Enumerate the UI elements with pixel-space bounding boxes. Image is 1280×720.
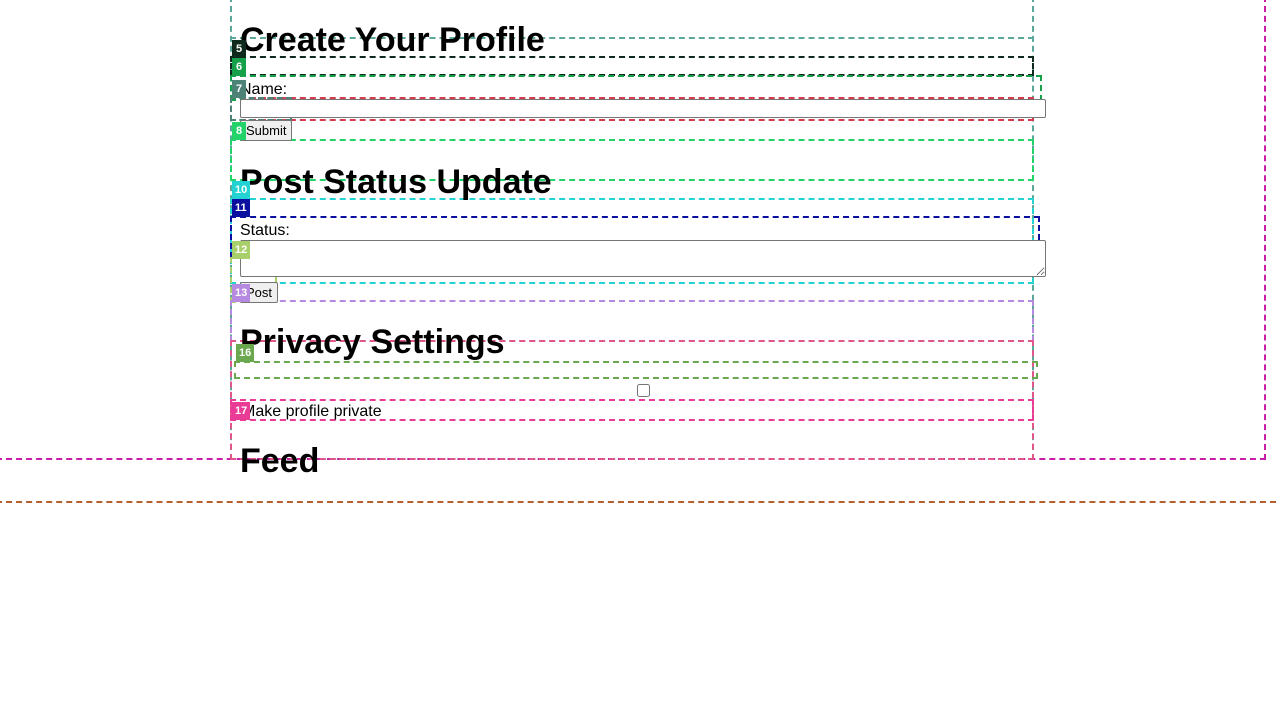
- overlay-tag-11: 11: [232, 199, 250, 217]
- screenshot-stage: Create Your Profile Name: Submit Post St…: [0, 0, 1280, 720]
- overlay-tag-17: 17: [232, 402, 251, 420]
- privacy-heading: Privacy Settings: [240, 323, 505, 361]
- overlay-box-outer-magenta: [0, 0, 1266, 460]
- private-checkbox[interactable]: [637, 384, 650, 397]
- overlay-box-16: [234, 361, 1038, 379]
- name-label: Name:: [240, 81, 288, 98]
- name-input[interactable]: [240, 99, 1046, 118]
- overlay-tag-8: 8: [232, 122, 246, 140]
- overlay-box-container: [230, 0, 1034, 460]
- overlay-tag-12: 12: [232, 241, 251, 259]
- status-textarea[interactable]: [240, 240, 1046, 277]
- status-heading: Post Status Update: [240, 163, 552, 201]
- feed-heading: Feed: [240, 442, 320, 480]
- overlay-tag-10: 10: [232, 181, 251, 199]
- profile-heading: Create Your Profile: [240, 21, 545, 59]
- overlay-tag-6: 6: [232, 58, 246, 76]
- overlay-tag-7: 7: [232, 80, 246, 98]
- submit-button[interactable]: Submit: [240, 120, 293, 141]
- overlay-tag-16: 16: [236, 344, 255, 362]
- status-label: Status:: [240, 222, 290, 239]
- overlay-tag-13: 13: [232, 284, 251, 302]
- overlay-box-6: [230, 75, 1042, 101]
- overlay-tag-5: 5: [232, 40, 246, 58]
- private-label: Make profile private: [242, 403, 382, 420]
